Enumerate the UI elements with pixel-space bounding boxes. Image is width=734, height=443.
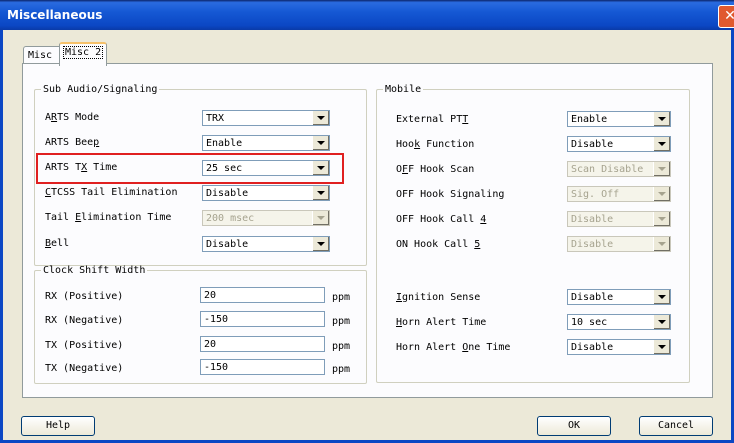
- ctcss-tail-label: CTCSS Tail Elimination: [45, 187, 178, 198]
- cancel-button[interactable]: Cancel: [639, 416, 713, 436]
- close-icon: ✕: [724, 8, 734, 24]
- chevron-down-icon[interactable]: [653, 237, 670, 251]
- tail-elim-time-label: Tail Elimination Time: [45, 212, 172, 223]
- chevron-down-icon[interactable]: [312, 237, 329, 251]
- tx-negative-unit: ppm: [332, 364, 351, 375]
- ctcss-tail-select[interactable]: Disable: [202, 185, 330, 201]
- clock-shift-legend: Clock Shift Width: [43, 265, 146, 276]
- chevron-down-icon[interactable]: [653, 162, 670, 176]
- highlight-box: [36, 153, 344, 184]
- tail-elim-time-value: 200 msec: [206, 213, 255, 224]
- ignition-sense-label: Ignition Sense: [396, 292, 481, 303]
- on-hook-call-label: ON Hook Call 5: [396, 239, 481, 250]
- external-ptt-label: External PTT: [396, 114, 469, 125]
- mobile-legend: Mobile: [385, 84, 422, 95]
- chevron-down-icon[interactable]: [653, 212, 670, 226]
- arts-mode-select[interactable]: TRX: [202, 110, 330, 126]
- horn-alert-one-time-label: Horn Alert One Time: [396, 342, 511, 353]
- chevron-down-icon[interactable]: [653, 112, 670, 126]
- close-button[interactable]: ✕: [718, 5, 734, 28]
- chevron-down-icon[interactable]: [312, 136, 329, 150]
- tx-positive-unit: ppm: [332, 341, 351, 352]
- tx-negative-input[interactable]: -150: [200, 359, 325, 375]
- rx-negative-input[interactable]: -150: [200, 311, 325, 327]
- off-hook-signaling-label: OFF Hook Signaling: [396, 189, 505, 200]
- tab-misc-2-label: Misc 2: [62, 46, 104, 59]
- chevron-down-icon[interactable]: [653, 315, 670, 329]
- on-hook-call-select[interactable]: Disable: [567, 236, 671, 252]
- off-hook-call-select[interactable]: Disable: [567, 211, 671, 227]
- rx-positive-unit: ppm: [332, 292, 351, 303]
- tx-positive-label: TX (Positive): [45, 340, 124, 351]
- arts-mode-value: TRX: [206, 113, 225, 124]
- chevron-down-icon[interactable]: [653, 340, 670, 354]
- chevron-down-icon[interactable]: [312, 111, 329, 125]
- bell-value: Disable: [206, 239, 249, 250]
- bell-label: Bell: [45, 238, 70, 249]
- horn-alert-one-time-select[interactable]: Disable: [567, 339, 671, 355]
- rx-positive-input[interactable]: 20: [200, 287, 325, 303]
- help-button[interactable]: Help: [21, 416, 95, 436]
- off-hook-scan-select[interactable]: Scan Disable: [567, 161, 671, 177]
- arts-beep-value: Enable: [206, 138, 243, 149]
- off-hook-scan-label: OFF Hook Scan: [396, 164, 475, 175]
- tab-misc-2[interactable]: Misc 2: [59, 42, 108, 66]
- horn-alert-time-select[interactable]: 10 sec: [567, 314, 671, 330]
- rx-negative-label: RX (Negative): [45, 315, 124, 326]
- chevron-down-icon[interactable]: [312, 186, 329, 200]
- external-ptt-select[interactable]: Enable: [567, 111, 671, 127]
- window-frame-left: [0, 30, 3, 443]
- window-title: Miscellaneous: [7, 8, 103, 22]
- arts-beep-select[interactable]: Enable: [202, 135, 330, 151]
- ok-button[interactable]: OK: [537, 416, 611, 436]
- chevron-down-icon[interactable]: [312, 211, 329, 225]
- chevron-down-icon[interactable]: [653, 290, 670, 304]
- bell-select[interactable]: Disable: [202, 236, 330, 252]
- hook-function-label: Hook Function: [396, 139, 475, 150]
- rx-positive-label: RX (Positive): [45, 291, 124, 302]
- chevron-down-icon[interactable]: [653, 137, 670, 151]
- arts-beep-label: ARTS Beep: [45, 137, 100, 148]
- off-hook-call-label: OFF Hook Call 4: [396, 214, 487, 225]
- horn-alert-time-label: Horn Alert Time: [396, 317, 487, 328]
- ctcss-tail-value: Disable: [206, 188, 249, 199]
- tx-positive-input[interactable]: 20: [200, 336, 325, 352]
- tx-negative-label: TX (Negative): [45, 363, 124, 374]
- off-hook-signaling-select[interactable]: Sig. Off: [567, 186, 671, 202]
- rx-negative-unit: ppm: [332, 316, 351, 327]
- ignition-sense-select[interactable]: Disable: [567, 289, 671, 305]
- title-bar: Miscellaneous ✕: [0, 0, 734, 30]
- sub-audio-legend: Sub Audio/Signaling: [43, 84, 158, 95]
- arts-mode-label: ARTS Mode: [45, 112, 100, 123]
- hook-function-select[interactable]: Disable: [567, 136, 671, 152]
- chevron-down-icon[interactable]: [653, 187, 670, 201]
- tail-elim-time-select[interactable]: 200 msec: [202, 210, 330, 226]
